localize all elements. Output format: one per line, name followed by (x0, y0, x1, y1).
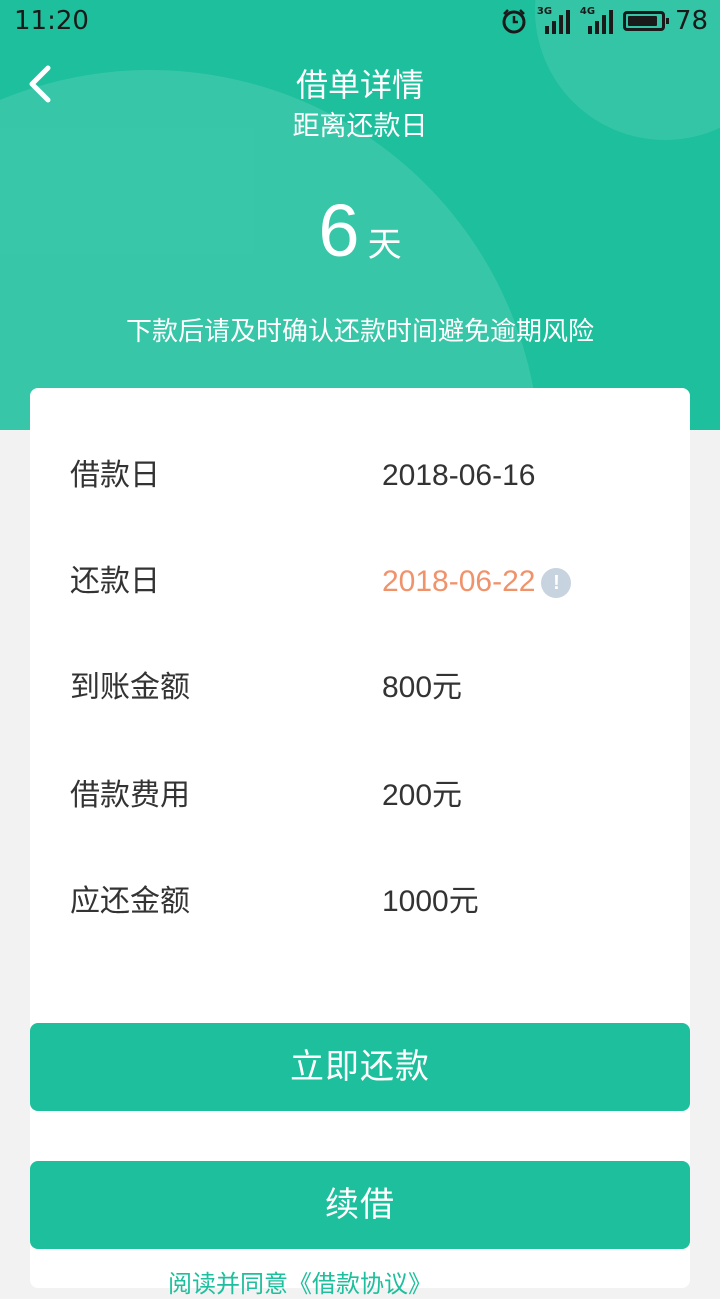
detail-row-amount-due: 应还金额 1000元 (30, 872, 690, 932)
repay-now-button[interactable]: 立即还款 (30, 1023, 690, 1111)
signal-4g-icon: 4G (580, 6, 613, 34)
signal-3g-icon: 3G (537, 6, 570, 34)
detail-label: 应还金额 (70, 884, 190, 919)
due-date-text: 2018-06-22 (382, 565, 536, 598)
detail-label: 借款日 (70, 458, 160, 493)
alarm-icon (502, 9, 526, 34)
info-icon[interactable]: ! (541, 568, 572, 599)
status-time: 11:20 (14, 6, 89, 36)
detail-value: 2018-06-16 (382, 459, 536, 492)
status-icons: 3G 4G 78 (501, 6, 708, 36)
detail-row-loan-fee: 借款费用 200元 (30, 766, 690, 826)
battery-level: 78 (674, 6, 708, 36)
detail-value: 1000元 (382, 885, 479, 918)
days-unit: 天 (367, 225, 402, 265)
status-bar: 11:20 3G 4G 78 (0, 0, 720, 46)
battery-icon (622, 11, 669, 31)
days-value: 6 (318, 189, 360, 272)
detail-value-due: 2018-06-22! (382, 552, 572, 612)
agreement-link[interactable]: 阅读并同意《借款协议》 (168, 1264, 432, 1299)
detail-row-loan-date: 借款日 2018-06-16 (30, 446, 690, 506)
detail-value: 200元 (382, 779, 463, 812)
page-title: 借单详情 (295, 66, 424, 104)
detail-label: 借款费用 (70, 778, 190, 813)
days-remaining: 6天 (0, 188, 720, 273)
detail-value: 800元 (382, 671, 463, 704)
page-subtitle: 距离还款日 (292, 111, 428, 142)
loan-detail-card: 借款日 2018-06-16 还款日 2018-06-22! 到账金额 800元… (30, 388, 690, 1288)
repayment-tip: 下款后请及时确认还款时间避免逾期风险 (125, 317, 594, 347)
detail-label: 还款日 (70, 564, 160, 599)
detail-label: 到账金额 (70, 670, 190, 705)
detail-row-received-amount: 到账金额 800元 (30, 658, 690, 718)
renew-loan-button[interactable]: 续借 (30, 1161, 690, 1249)
detail-row-due-date: 还款日 2018-06-22! (30, 552, 690, 612)
